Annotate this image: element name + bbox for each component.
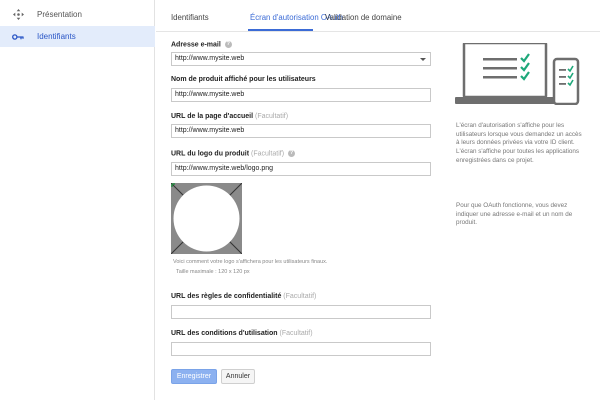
logo-url-label: URL du logo du produit (Facultatif)? [171,150,296,158]
terms-url-field[interactable] [171,342,431,356]
product-name-field[interactable]: http://www.mysite.web [171,88,431,102]
tab-domain-validation[interactable]: Validation de domaine [325,13,402,22]
help-icon[interactable]: ? [288,150,296,157]
terms-url-label: URL des conditions d'utilisation (Facult… [171,330,313,337]
cancel-button[interactable]: Annuler [221,369,255,384]
logo-preview [171,183,242,254]
tab-identifiants[interactable]: Identifiants [171,13,209,22]
sidebar: Présentation Identifiants [0,0,155,400]
logo-size-note: Taille maximale : 120 x 120 px [176,269,250,275]
devices-illustration [455,41,580,106]
move-icon [12,9,24,21]
sidebar-item-identifiants[interactable]: Identifiants [0,26,155,47]
product-name-label: Nom de produit affiché pour les utilisat… [171,76,316,83]
oauth-requirement-note: Pour que OAuth fonctionne, vous devez in… [456,202,573,227]
help-icon[interactable]: ? [224,41,232,48]
sidebar-item-presentation[interactable]: Présentation [0,4,155,25]
tab-bar: Identifiants Écran d'autorisation OAuth … [156,0,600,32]
logo-url-field[interactable]: http://www.mysite.web/logo.png [171,162,431,176]
active-tab-indicator [248,29,313,31]
homepage-field[interactable]: http://www.mysite.web [171,124,431,138]
privacy-url-field[interactable] [171,305,431,319]
key-icon [12,31,24,43]
email-label: Adresse e-mail? [171,41,232,49]
sidebar-item-label: Identifiants [37,32,76,41]
email-select[interactable]: http://www.mysite.web [171,52,431,66]
logo-preview-note: Voici comment votre logo s'affichera pou… [173,259,328,265]
privacy-url-label: URL des règles de confidentialité (Facul… [171,293,317,300]
homepage-label: URL de la page d'accueil (Facultatif) [171,113,289,120]
consent-screen-description: L'écran d'autorisation s'affiche pour le… [456,122,582,164]
save-button[interactable]: Enregistrer [171,369,217,384]
chevron-down-icon [420,58,426,61]
sidebar-item-label: Présentation [37,10,82,19]
